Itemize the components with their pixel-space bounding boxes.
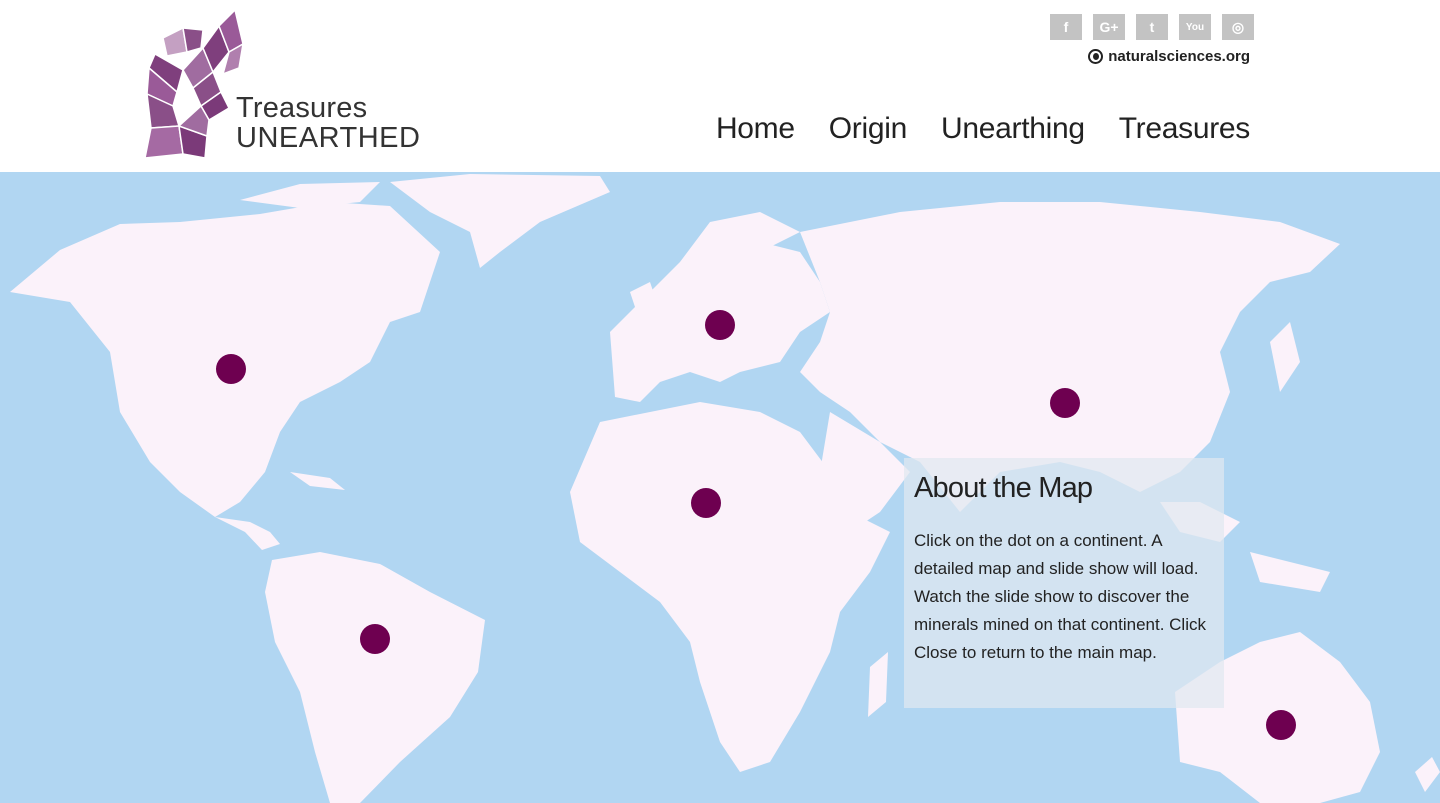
marker-south-america[interactable]	[360, 624, 390, 654]
crystal-logo-icon	[144, 9, 243, 159]
site-header: Treasures UNEARTHED f G+ t You ◎ natural…	[0, 0, 1440, 172]
main-nav: Home Origin Unearthing Treasures	[716, 112, 1250, 146]
site-logo[interactable]: Treasures UNEARTHED	[143, 8, 443, 160]
nav-treasures[interactable]: Treasures	[1119, 112, 1251, 146]
marker-asia[interactable]	[1050, 388, 1080, 418]
marker-europe[interactable]	[705, 310, 735, 340]
nav-origin[interactable]: Origin	[829, 112, 908, 146]
marker-australia[interactable]	[1266, 710, 1296, 740]
nav-unearthing[interactable]: Unearthing	[941, 112, 1085, 146]
partner-link[interactable]: naturalsciences.org	[1088, 48, 1250, 65]
logo-subtitle: UNEARTHED	[236, 122, 421, 154]
partner-label: naturalsciences.org	[1108, 48, 1250, 65]
instagram-icon[interactable]: ◎	[1222, 14, 1254, 40]
google-plus-icon[interactable]: G+	[1093, 14, 1125, 40]
social-links: f G+ t You ◎	[1050, 14, 1254, 40]
world-landmass	[10, 174, 1440, 803]
nav-home[interactable]: Home	[716, 112, 795, 146]
about-title: About the Map	[914, 472, 1093, 504]
world-map: About the Map Click on the dot on a cont…	[0, 172, 1440, 803]
about-map-panel: About the Map Click on the dot on a cont…	[904, 458, 1224, 708]
naturalsciences-logo-icon	[1088, 49, 1104, 64]
logo-title: Treasures	[236, 92, 368, 124]
south-america-landmass	[265, 552, 485, 803]
about-body: Click on the dot on a continent. A detai…	[914, 531, 1206, 662]
marker-africa[interactable]	[691, 488, 721, 518]
marker-north-america[interactable]	[216, 354, 246, 384]
youtube-icon[interactable]: You	[1179, 14, 1211, 40]
twitter-icon[interactable]: t	[1136, 14, 1168, 40]
facebook-icon[interactable]: f	[1050, 14, 1082, 40]
